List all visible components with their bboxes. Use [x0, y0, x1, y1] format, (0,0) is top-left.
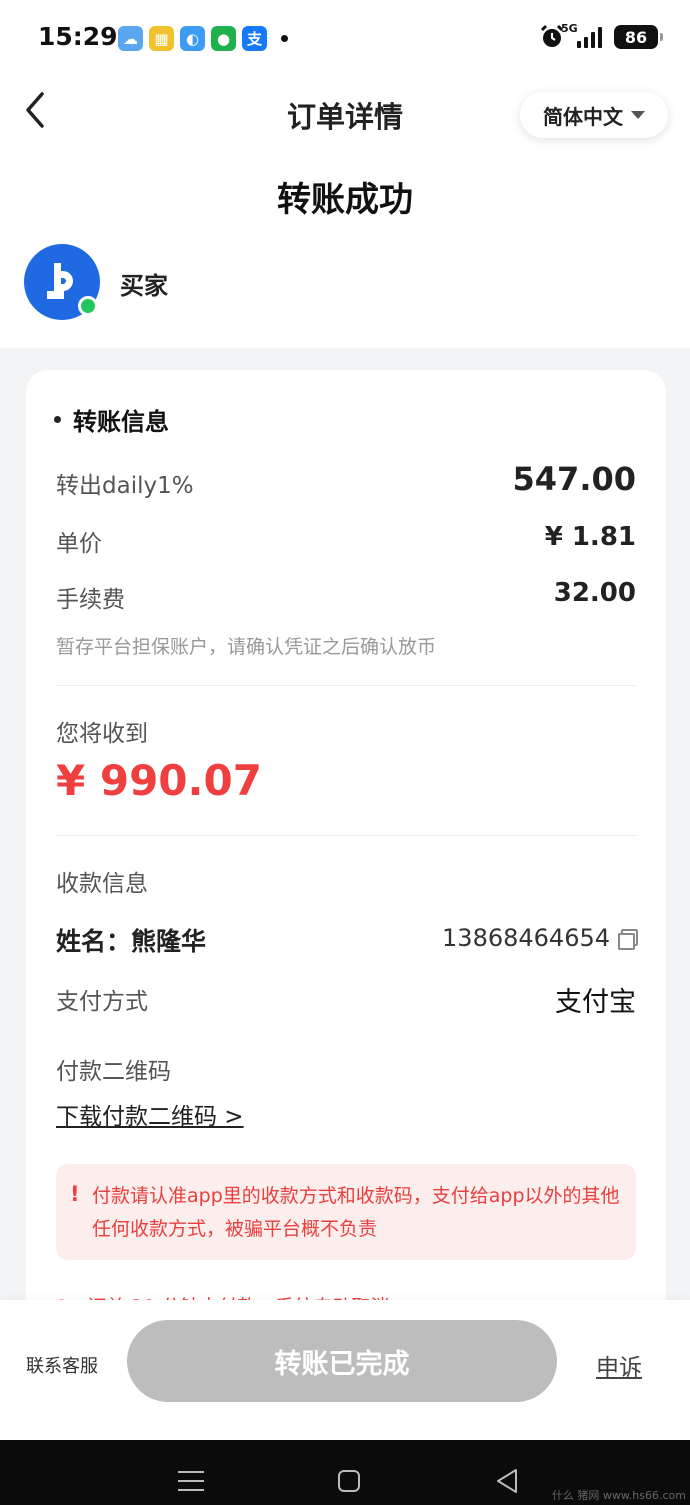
more-notifications-dot [281, 35, 288, 42]
weather-app-icon: ☁ [118, 26, 143, 51]
unit-price-label: 单价 [56, 531, 102, 557]
receive-label: 您将收到 [56, 721, 148, 747]
order-status: 转账成功 [277, 180, 413, 220]
back-triangle-icon[interactable] [494, 1467, 520, 1495]
battery-icon: 86 [614, 25, 663, 49]
bottom-action-bar: 联系客服 转账已完成 申诉 [0, 1300, 690, 1440]
battery-level: 86 [624, 27, 648, 47]
copy-icon[interactable] [618, 929, 638, 950]
payee-phone-number: 13868464654 [442, 924, 610, 952]
status-indicators: 5G 86 [539, 22, 663, 50]
bullet-icon [54, 416, 61, 423]
status-app-icons: ☁ ▦ ◐ ● 支 [118, 26, 288, 51]
buyer-label: 买家 [120, 272, 168, 300]
payment-method-value: 支付宝 [555, 987, 636, 1018]
language-select[interactable]: 简体中文 [520, 92, 668, 138]
online-status-dot [78, 296, 98, 316]
transfer-completed-button[interactable]: 转账已完成 [127, 1320, 557, 1402]
caret-down-icon [631, 111, 645, 119]
status-bar: 15:29 ☁ ▦ ◐ ● 支 5G 86 [0, 0, 690, 76]
wechat-app-icon: ● [211, 26, 236, 51]
signal-icon: 5G [561, 22, 602, 48]
transfer-info-title: 转账信息 [54, 402, 169, 437]
payment-method-label: 支付方式 [56, 989, 148, 1015]
order-detail-card: 转账信息 转出daily1% 547.00 单价 ¥ 1.81 手续费 32.0… [26, 370, 666, 1330]
status-time: 15:29 [38, 22, 118, 51]
contact-support-button[interactable]: 联系客服 [26, 1352, 98, 1378]
warning-icon: ! [70, 1182, 80, 1206]
home-icon[interactable] [338, 1470, 360, 1492]
transfer-out-label: 转出daily1% [56, 473, 194, 499]
network-type: 5G [561, 22, 578, 35]
receive-amount: ¥ 990.07 [56, 756, 262, 805]
language-label: 简体中文 [543, 104, 623, 129]
download-qr-link[interactable]: 下载付款二维码 > [56, 1097, 244, 1131]
fee-value: 32.00 [553, 578, 636, 608]
transfer-out-value: 547.00 [512, 460, 636, 498]
transfer-info-title-text: 转账信息 [73, 408, 169, 436]
fee-label: 手续费 [56, 587, 125, 613]
divider [56, 835, 636, 836]
alipay-app-icon: 支 [242, 26, 267, 51]
qr-code-label: 付款二维码 [56, 1059, 171, 1085]
appeal-link[interactable]: 申诉 [596, 1348, 642, 1382]
unit-price-value: ¥ 1.81 [544, 522, 636, 552]
system-nav-bar: 什么 猪网 www.hs66.com [0, 1440, 690, 1505]
payee-name: 姓名：熊隆华 [56, 927, 207, 956]
divider [56, 685, 636, 686]
fraud-warning: ! 付款请认准app里的收款方式和收款码，支付给app以外的其他任何收款方式，被… [56, 1164, 636, 1260]
payee-phone: 13868464654 [442, 924, 638, 952]
menu-icon[interactable] [178, 1471, 204, 1491]
health-code-app-icon: ▦ [149, 26, 174, 51]
browser-app-icon: ◐ [180, 26, 205, 51]
payment-info-title: 收款信息 [56, 871, 148, 897]
escrow-note: 暂存平台担保账户，请确认凭证之后确认放币 [56, 636, 437, 658]
warning-text: 付款请认准app里的收款方式和收款码，支付给app以外的其他任何收款方式，被骗平… [92, 1185, 620, 1240]
watermark: 什么 猪网 www.hs66.com [551, 1489, 686, 1502]
